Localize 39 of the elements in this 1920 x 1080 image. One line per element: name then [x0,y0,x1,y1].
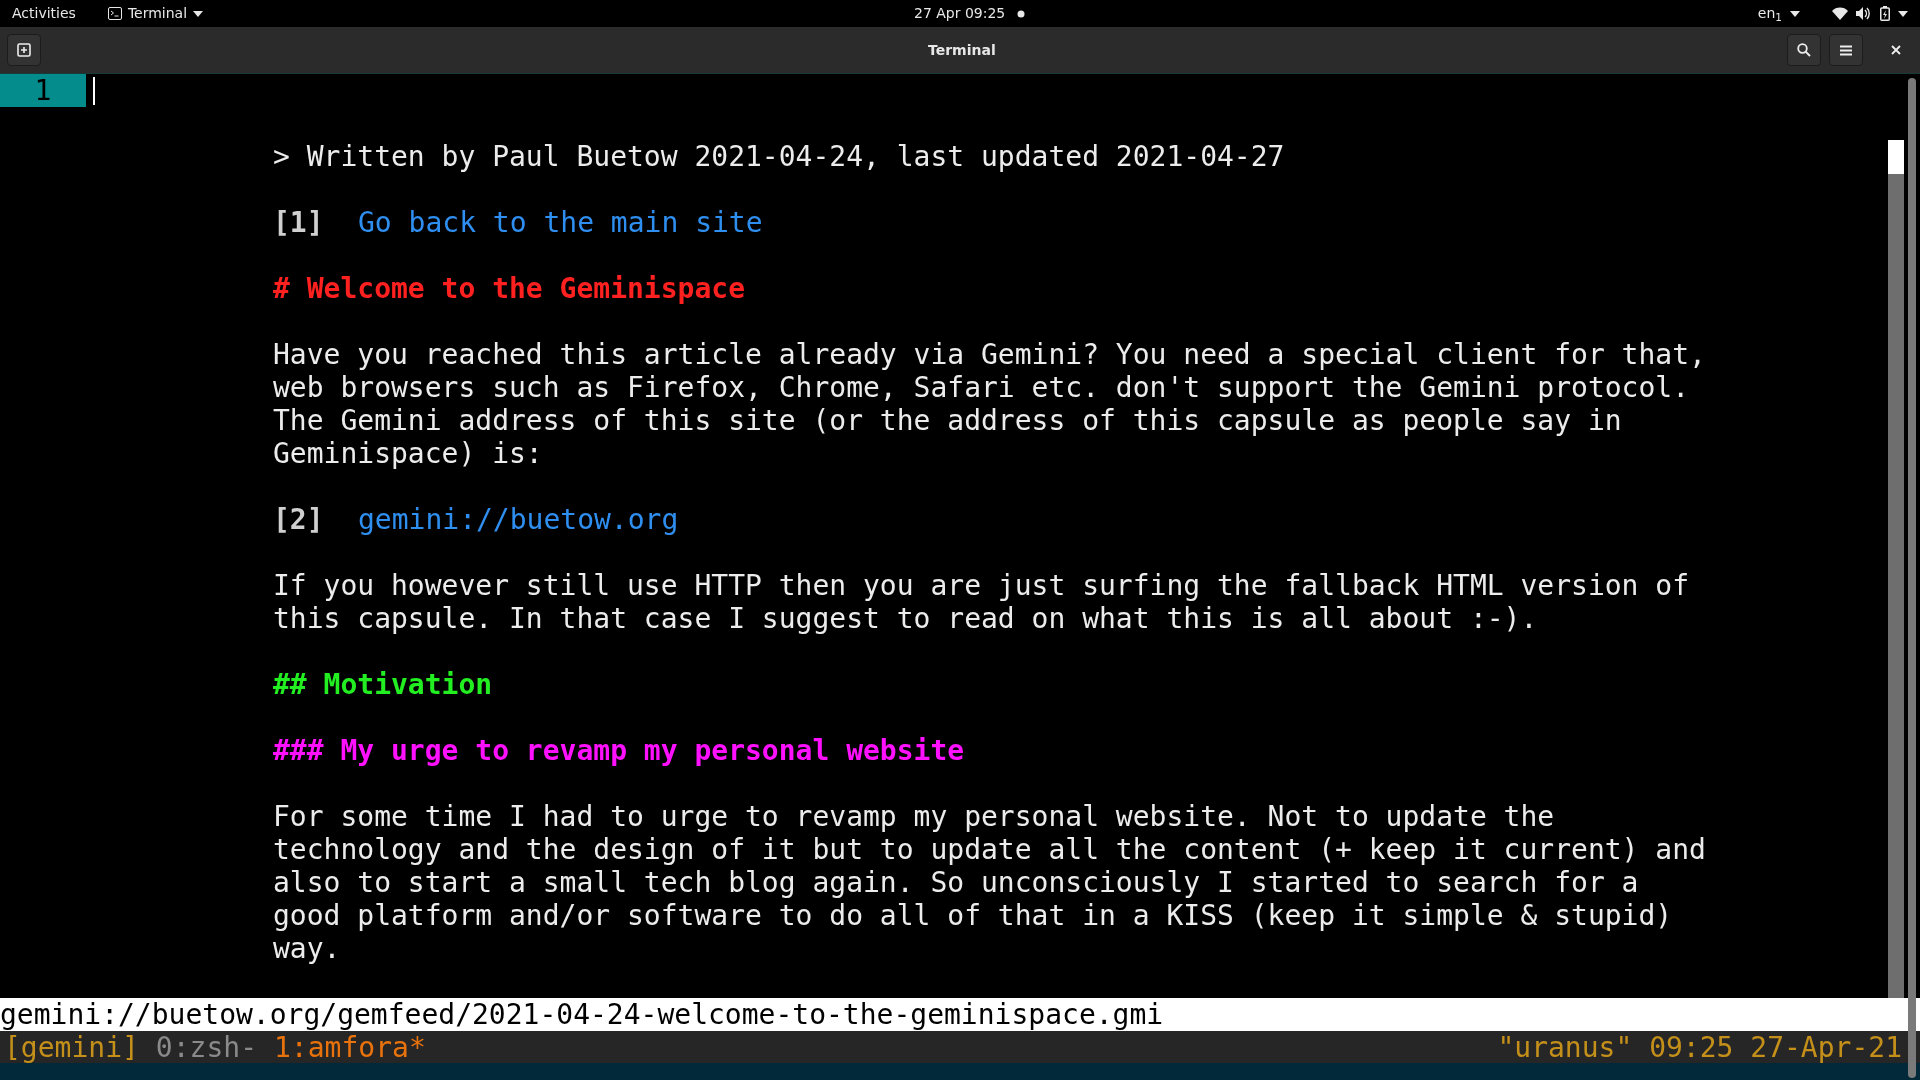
paragraph-text: If you however still use HTTP then you are just surfing the fallback HTML version of this capsule. In that case I suggest to read on what this is all about :-). [273,569,1690,635]
wifi-icon [1832,7,1848,20]
terminal-icon [107,7,122,20]
caret-icon [1790,10,1800,17]
volume-icon [1856,7,1872,20]
status-info: "uranus" 09:25 27-Apr-21 [1497,1031,1902,1063]
window-title: Terminal [928,40,996,60]
menu-button[interactable] [1829,34,1863,66]
paragraph-text: Have you reached this article already via Gemini? You need a special client for that, web browsers such as Firefox, Chrome, Safari etc. don't support the Gemini protocol. The Gemini address of this site (or the address of this capsule as people say in Geminispace) is: [273,338,1706,470]
tmux-window-tab[interactable]: 1:amfora* [274,1031,426,1063]
input-source-indicator[interactable]: en$_{1}$ [1757,3,1782,24]
link[interactable]: gemini://buetow.org [358,503,679,536]
subheading-text: ## Motivation [273,668,493,701]
search-icon [1797,43,1811,57]
tmux-window-tab[interactable]: 0:zsh- [155,1031,257,1063]
heading-text: # Welcome to the Geminispace [273,272,745,305]
menu-icon [1840,44,1852,56]
activities-button[interactable]: Activities [12,3,76,24]
caret-icon [193,10,204,17]
link-number: [2] [273,503,325,536]
link[interactable]: Go back to the main site [358,206,763,239]
close-icon [1891,45,1901,55]
notification-dot-icon [1017,9,1026,18]
text-cursor [93,76,95,105]
battery-icon [1880,6,1890,21]
caret-icon [1898,10,1908,17]
new-tab-icon [17,43,31,57]
tab-number[interactable]: 1 [0,74,86,107]
scrollbar-thumb[interactable] [1888,140,1904,174]
subheading-text: ### My urge to revamp my personal website [273,734,965,767]
search-button[interactable] [1787,34,1821,66]
byline-text: > Written by Paul Buetow 2021-04-24, last updated 2021-04-27 [273,140,1285,173]
clock[interactable]: 27 Apr 09:25 [914,3,1006,24]
app-menu[interactable]: Terminal [107,3,204,24]
paragraph-text: For some time I had to urge to revamp my personal website. Not to update the technology and the design of it but to update all the content (+ keep it current) and also to start a small tech blog again. So unconsciously I started to search for a good platform and/or software to do all of that in a KISS (keep it simple & stupid) way. [273,800,1706,965]
new-tab-button[interactable] [7,34,41,66]
session-name: [gemini] [4,1031,139,1063]
url-bar: gemini://buetow.org/gemfeed/2021-04-24-welcome-to-the-geminispace.gmi [0,998,1920,1031]
link-number: [1] [273,206,325,239]
